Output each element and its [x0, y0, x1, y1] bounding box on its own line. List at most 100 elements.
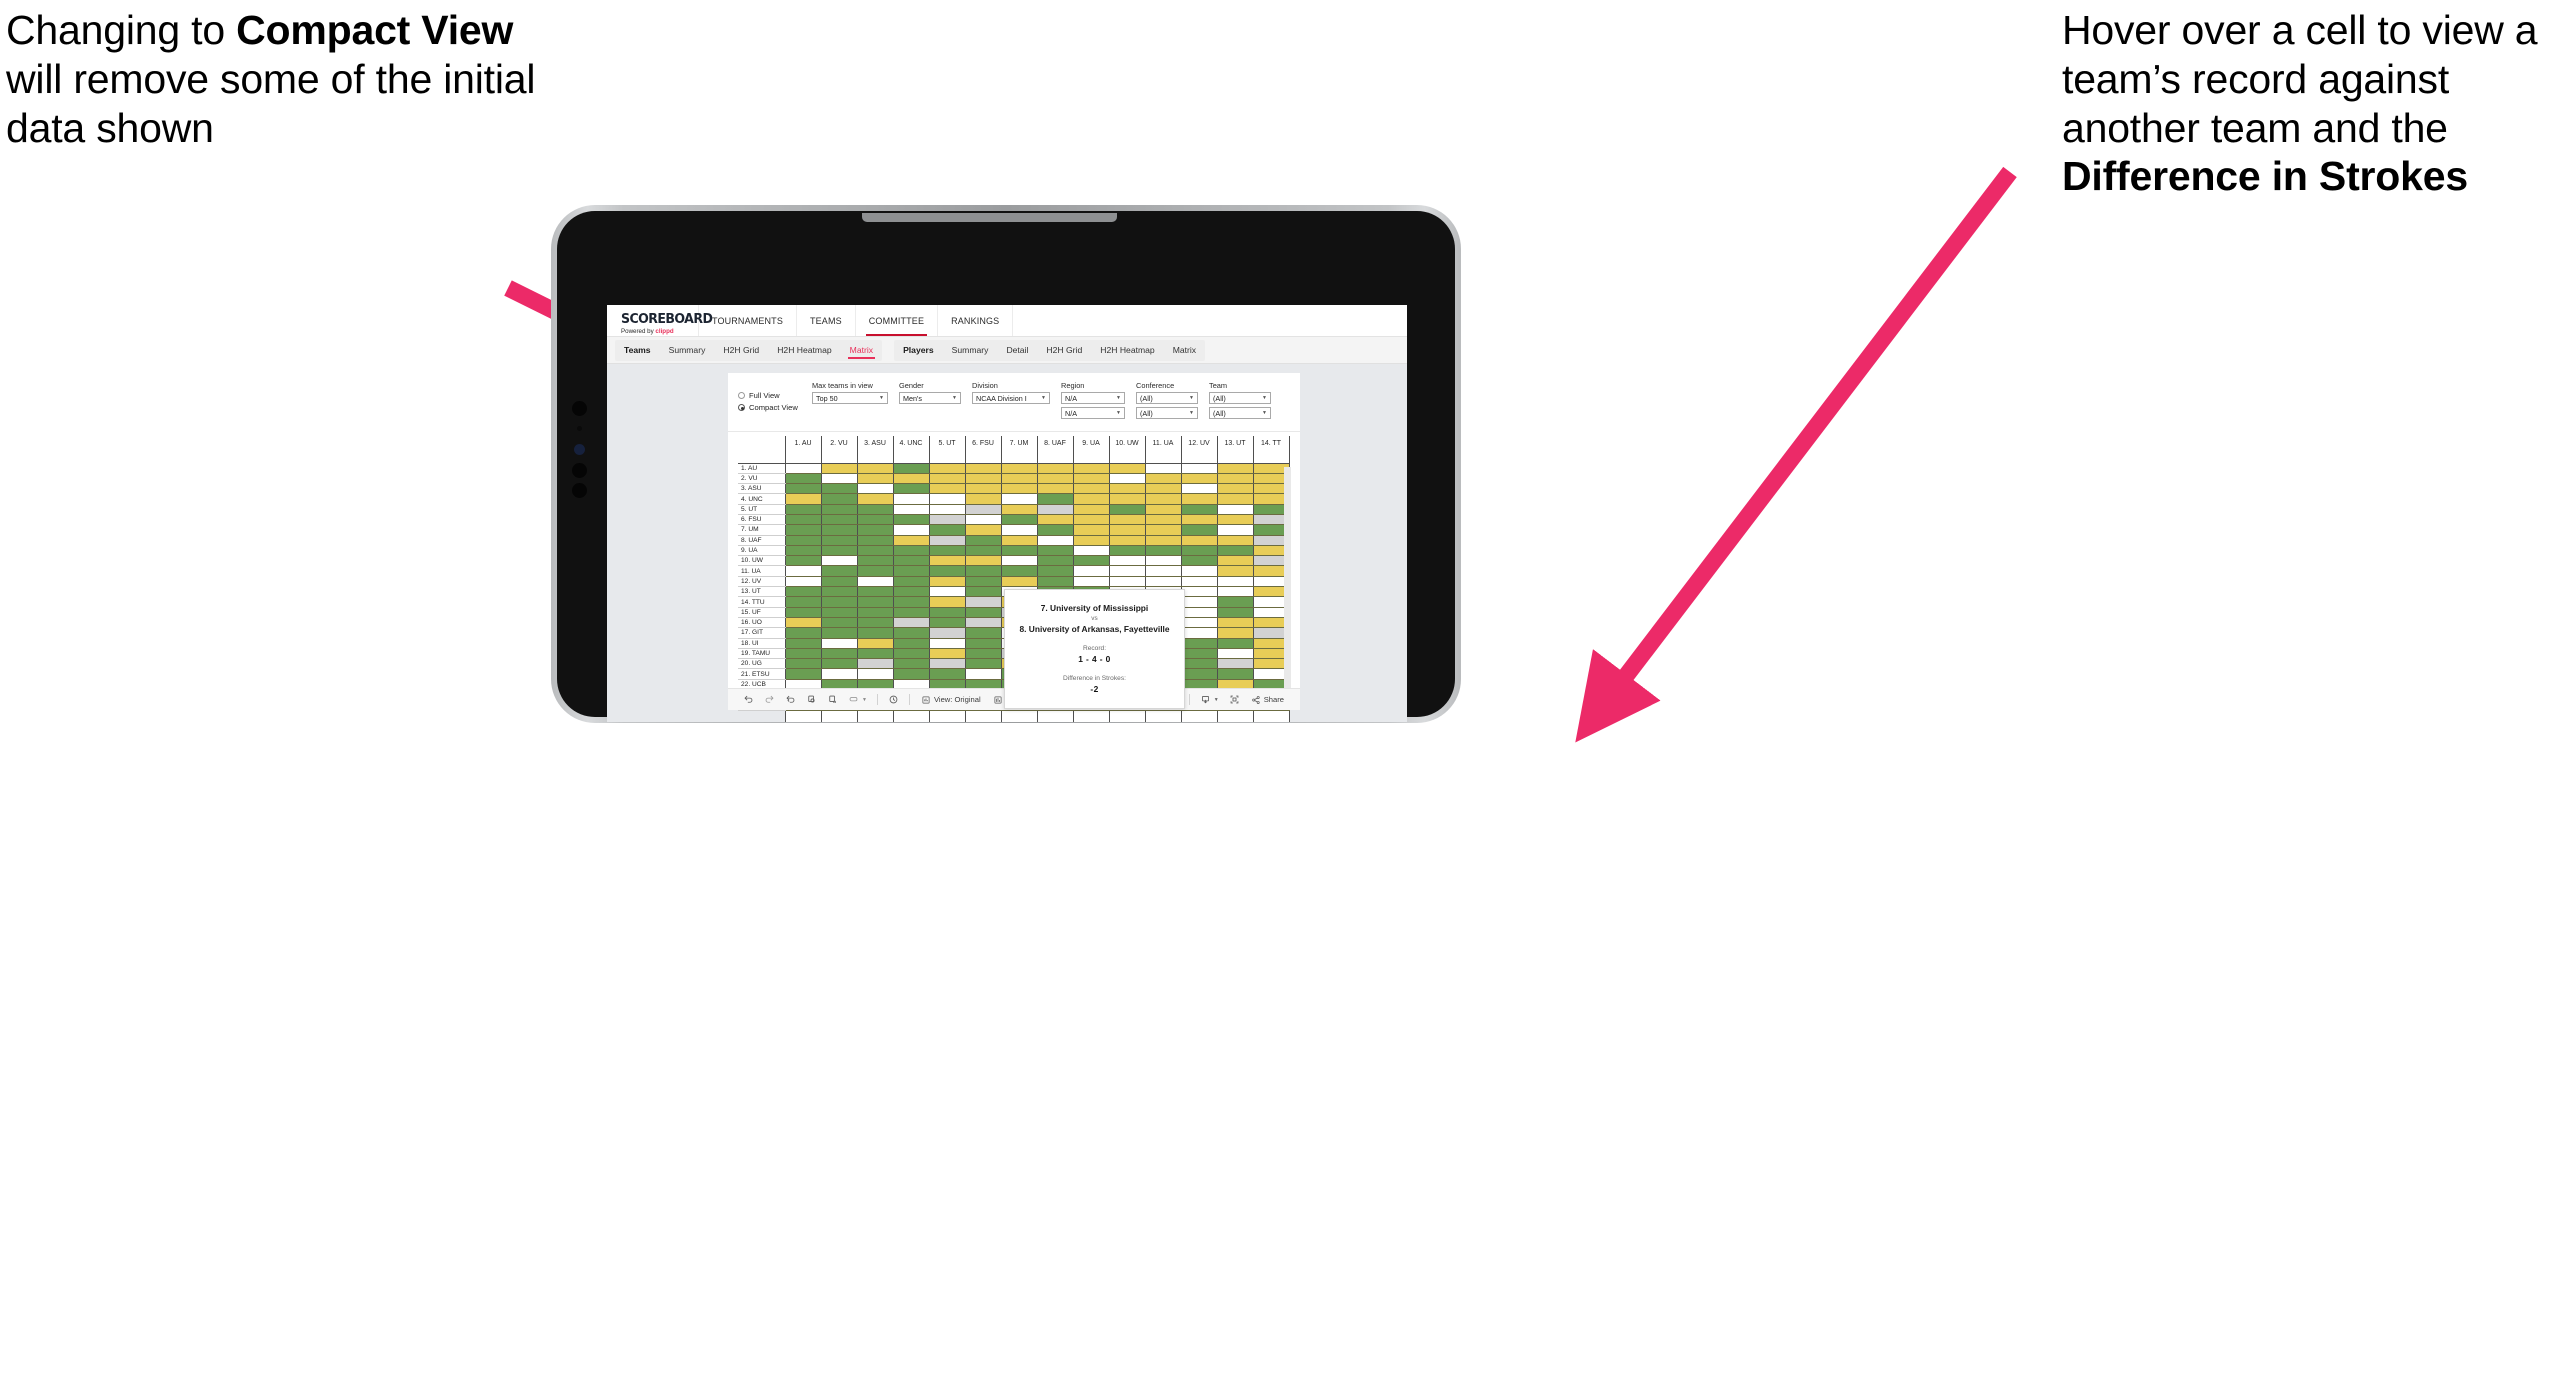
- matrix-cell[interactable]: [1036, 576, 1073, 588]
- matrix-cell[interactable]: [1216, 668, 1253, 680]
- matrix-cell[interactable]: [784, 638, 821, 649]
- matrix-cell[interactable]: [1144, 524, 1181, 536]
- matrix-cell[interactable]: [820, 545, 857, 557]
- matrix-cell[interactable]: [1072, 483, 1109, 495]
- matrix-cell[interactable]: [784, 607, 821, 618]
- matrix-cell[interactable]: [1216, 483, 1253, 495]
- undo-button[interactable]: [738, 694, 759, 705]
- matrix-cell[interactable]: [1072, 576, 1109, 588]
- matrix-cell[interactable]: [1000, 514, 1037, 526]
- matrix-cell[interactable]: [1036, 524, 1073, 536]
- matrix-cell[interactable]: [964, 576, 1001, 588]
- brand-logo[interactable]: SCOREBOARD Powered by clippd: [607, 305, 713, 336]
- matrix-cell[interactable]: [964, 524, 1001, 536]
- matrix-cell[interactable]: [892, 493, 929, 505]
- matrix-cell[interactable]: [1180, 483, 1217, 495]
- matrix-cell[interactable]: [964, 535, 1001, 546]
- matrix-row-header[interactable]: 12. UV: [738, 576, 785, 588]
- matrix-cell[interactable]: [1072, 535, 1109, 546]
- matrix-cell[interactable]: [820, 463, 857, 474]
- matrix-cell[interactable]: [784, 524, 821, 536]
- matrix-cell[interactable]: [892, 524, 929, 536]
- matrix-cell[interactable]: [1072, 545, 1109, 557]
- topnav-item-tournaments[interactable]: TOURNAMENTS: [699, 305, 797, 336]
- matrix-cell[interactable]: [1180, 586, 1217, 598]
- matrix-cell[interactable]: [928, 586, 965, 598]
- matrix-row-header[interactable]: 8. UAF: [738, 535, 785, 546]
- matrix-cell[interactable]: [1036, 504, 1073, 515]
- vertical-scrollbar[interactable]: [1284, 467, 1291, 694]
- matrix-cell[interactable]: [1000, 483, 1037, 495]
- matrix-cell[interactable]: [1216, 524, 1253, 536]
- matrix-cell[interactable]: [928, 545, 965, 557]
- topnav-item-committee[interactable]: COMMITTEE: [856, 305, 939, 336]
- filter-division-select[interactable]: NCAA Division I ▼: [972, 392, 1050, 404]
- matrix-column-header[interactable]: 14. TT: [1252, 436, 1290, 464]
- matrix-cell[interactable]: [928, 535, 965, 546]
- matrix-cell[interactable]: [820, 565, 857, 577]
- matrix-cell[interactable]: [928, 658, 965, 670]
- topnav-item-rankings[interactable]: RANKINGS: [938, 305, 1014, 336]
- matrix-row-header[interactable]: 2. VU: [738, 473, 785, 485]
- matrix-cell[interactable]: [1000, 555, 1037, 567]
- matrix-cell[interactable]: [964, 473, 1001, 485]
- matrix-cell[interactable]: [1108, 514, 1145, 526]
- matrix-column-header[interactable]: 9. UA: [1072, 436, 1109, 464]
- matrix-cell[interactable]: [820, 596, 857, 608]
- matrix-cell[interactable]: [1216, 473, 1253, 485]
- matrix-cell[interactable]: [784, 596, 821, 608]
- matrix-cell[interactable]: [1072, 463, 1109, 474]
- matrix-row-header[interactable]: 16. UO: [738, 617, 785, 629]
- matrix-cell[interactable]: [1108, 483, 1145, 495]
- matrix-cell[interactable]: [892, 504, 929, 515]
- matrix-cell[interactable]: [1216, 607, 1253, 618]
- matrix-cell[interactable]: [1108, 576, 1145, 588]
- matrix-cell[interactable]: [856, 596, 893, 608]
- matrix-cell[interactable]: [820, 586, 857, 598]
- matrix-cell[interactable]: [784, 617, 821, 629]
- matrix-cell[interactable]: [1072, 555, 1109, 567]
- matrix-cell[interactable]: [928, 514, 965, 526]
- matrix-cell[interactable]: [1180, 504, 1217, 515]
- matrix-row-header[interactable]: 20. UG: [738, 658, 785, 670]
- device-layout-button[interactable]: ▼: [843, 694, 872, 705]
- matrix-cell[interactable]: [964, 658, 1001, 670]
- matrix-cell[interactable]: [1000, 504, 1037, 515]
- matrix-cell[interactable]: [820, 524, 857, 536]
- matrix-cell[interactable]: [1000, 576, 1037, 588]
- tab-teams-h2h-heatmap[interactable]: H2H Heatmap: [768, 340, 840, 361]
- matrix-cell[interactable]: [1216, 648, 1253, 660]
- tab-players-h2h-heatmap[interactable]: H2H Heatmap: [1091, 340, 1163, 361]
- matrix-cell[interactable]: [1216, 565, 1253, 577]
- matrix-cell[interactable]: [892, 617, 929, 629]
- matrix-cell[interactable]: [820, 658, 857, 670]
- matrix-cell[interactable]: [1180, 576, 1217, 588]
- matrix-cell[interactable]: [1180, 638, 1217, 649]
- matrix-column-header[interactable]: 1. AU: [784, 436, 821, 464]
- matrix-cell[interactable]: [784, 555, 821, 567]
- redo-button[interactable]: [759, 694, 780, 705]
- matrix-cell[interactable]: [928, 607, 965, 618]
- matrix-column-header[interactable]: 10. UW: [1108, 436, 1145, 464]
- matrix-cell[interactable]: [892, 596, 929, 608]
- matrix-cell[interactable]: [1180, 658, 1217, 670]
- matrix-cell[interactable]: [820, 514, 857, 526]
- matrix-cell[interactable]: [1000, 493, 1037, 505]
- matrix-cell[interactable]: [856, 555, 893, 567]
- tab-players-h2h-grid[interactable]: H2H Grid: [1037, 340, 1091, 361]
- matrix-column-header[interactable]: 5. UT: [928, 436, 965, 464]
- matrix-row-header[interactable]: 11. UA: [738, 565, 785, 577]
- matrix-cell[interactable]: [1216, 576, 1253, 588]
- matrix-cell[interactable]: [1216, 627, 1253, 639]
- matrix-cell[interactable]: [1144, 545, 1181, 557]
- matrix-cell[interactable]: [1216, 545, 1253, 557]
- matrix-cell[interactable]: [856, 638, 893, 649]
- matrix-row-header[interactable]: 15. UF: [738, 607, 785, 618]
- matrix-cell[interactable]: [784, 658, 821, 670]
- matrix-cell[interactable]: [964, 545, 1001, 557]
- matrix-cell[interactable]: [1108, 545, 1145, 557]
- matrix-cell[interactable]: [820, 668, 857, 680]
- matrix-cell[interactable]: [1000, 524, 1037, 536]
- matrix-cell[interactable]: [1108, 565, 1145, 577]
- matrix-row-header[interactable]: 21. ETSU: [738, 668, 785, 680]
